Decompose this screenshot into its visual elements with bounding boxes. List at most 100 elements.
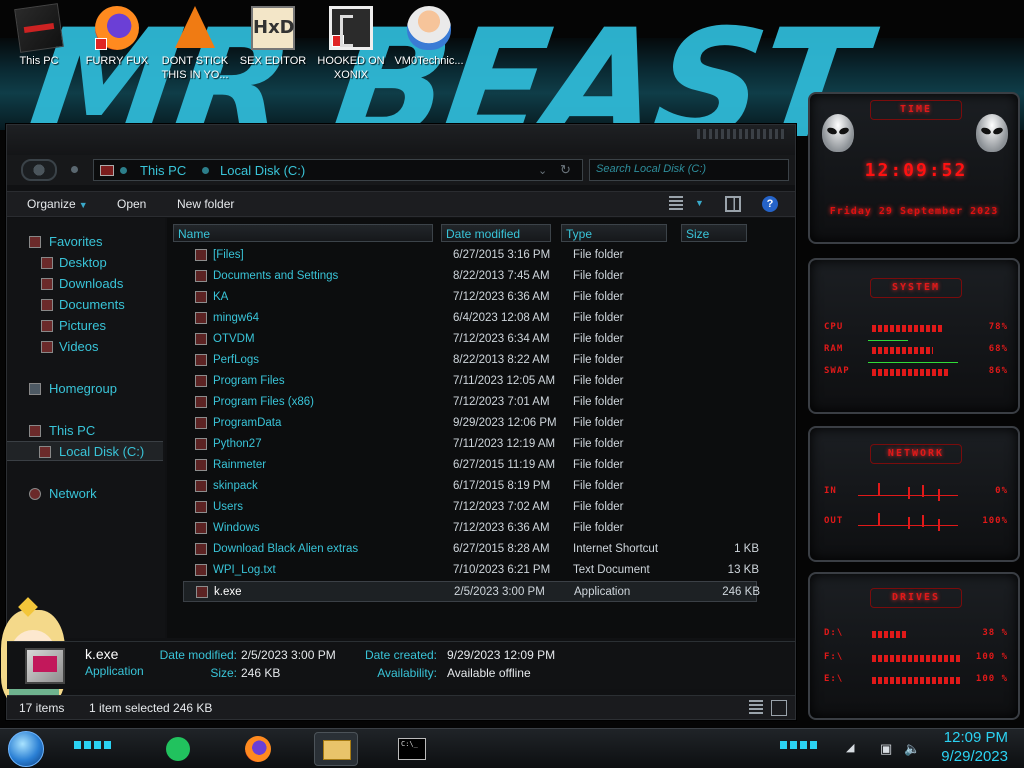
- column-header-size[interactable]: Size: [681, 224, 747, 242]
- help-icon[interactable]: ?: [762, 196, 778, 212]
- network-gadget-title: NETWORK: [870, 444, 962, 464]
- downloads-folder-icon: [41, 278, 53, 290]
- nav-desktop[interactable]: Desktop: [7, 253, 163, 273]
- window-caption-buttons[interactable]: [697, 129, 787, 139]
- file-row[interactable]: Download Black Alien extras 6/27/2015 8:2…: [183, 539, 759, 560]
- breadcrumb-this-pc[interactable]: This PC: [140, 163, 186, 178]
- file-row[interactable]: k.exe 2/5/2023 3:00 PM Application 246 KB: [183, 581, 760, 602]
- file-row[interactable]: Program Files (x86) 7/12/2023 7:01 AM File…: [183, 392, 757, 413]
- taskbar-app-command-prompt[interactable]: C:\_: [390, 732, 434, 766]
- file-row[interactable]: Documents and Settings 8/22/2013 7:45 AM F…: [183, 266, 757, 287]
- start-button[interactable]: [8, 731, 44, 767]
- file-row[interactable]: Python27 7/11/2023 12:19 AM File folder: [183, 434, 757, 455]
- network-gadget[interactable]: NETWORK IN 0% OUT 100%: [808, 426, 1020, 562]
- desktop-folder-icon: [41, 257, 53, 269]
- file-row[interactable]: WPI_Log.txt 7/10/2023 6:21 PM Text Documen…: [183, 560, 759, 581]
- taskbar: C:\_ ◢ ▣ 🔈 12:09 PM 9/29/2023: [0, 728, 1024, 768]
- breadcrumb-local-disk[interactable]: Local Disk (C:): [220, 163, 305, 178]
- file-row[interactable]: mingw64 6/4/2023 12:08 AM File folder: [183, 308, 757, 329]
- nav-favorites[interactable]: Favorites: [7, 232, 163, 252]
- nav-downloads[interactable]: Downloads: [7, 274, 163, 294]
- taskbar-app-firefox[interactable]: [236, 732, 280, 766]
- system-gadget-title: SYSTEM: [870, 278, 962, 298]
- nav-homegroup[interactable]: Homegroup: [7, 379, 163, 399]
- file-row[interactable]: Rainmeter 6/27/2015 11:19 AM File folder: [183, 455, 757, 476]
- file-row[interactable]: KA 7/12/2023 6:36 AM File folder: [183, 287, 757, 308]
- file-name: ProgramData: [213, 417, 282, 429]
- time-gadget[interactable]: TIME 12:09:52 Friday 29 September 2023: [808, 92, 1020, 244]
- recent-locations-icon[interactable]: [71, 166, 78, 173]
- breadcrumb-separator-icon[interactable]: [120, 167, 127, 174]
- explorer-window: This PC Local Disk (C:) ⌄ ↻ Search Local…: [1, 124, 796, 720]
- nav-documents[interactable]: Documents: [7, 295, 163, 315]
- file-row[interactable]: OTVDM 7/12/2023 6:34 AM File folder: [183, 329, 757, 350]
- chevron-down-icon[interactable]: ⌄: [538, 164, 547, 177]
- status-selection: 1 item selected 246 KB: [89, 701, 213, 715]
- organize-label: Organize: [27, 197, 76, 211]
- desktop-icon-furry-fux[interactable]: FURRY FUX: [78, 4, 156, 68]
- file-date-modified: 7/12/2023 6:36 AM: [453, 522, 550, 534]
- column-header-name[interactable]: Name: [173, 224, 433, 242]
- network-tray-icon[interactable]: ▣: [880, 741, 892, 757]
- search-input[interactable]: Search Local Disk (C:): [589, 159, 789, 181]
- details-view-icon[interactable]: [749, 700, 763, 716]
- drives-gadget[interactable]: DRIVES D:\ 38 % F:\ 100 % E:\ 100 %: [808, 572, 1020, 720]
- folder-icon: [195, 270, 207, 282]
- chevron-down-icon[interactable]: ▼: [695, 198, 704, 208]
- file-type: File folder: [573, 291, 624, 303]
- pictures-folder-icon: [41, 320, 53, 332]
- window-titlebar[interactable]: [7, 125, 795, 155]
- desktop-icon-vm0[interactable]: VM0Technic...: [390, 4, 468, 68]
- file-row[interactable]: [Files] 6/27/2015 3:16 PM File folder: [183, 245, 757, 266]
- preview-pane-icon[interactable]: [725, 196, 741, 212]
- volume-icon[interactable]: 🔈: [904, 741, 920, 757]
- nav-videos[interactable]: Videos: [7, 337, 163, 357]
- file-row[interactable]: PerfLogs 8/22/2013 8:22 AM File folder: [183, 350, 757, 371]
- desktop-icon-hex-editor[interactable]: HxD SEX EDITOR: [234, 4, 312, 68]
- taskbar-app-file-explorer[interactable]: [314, 732, 358, 766]
- ram-label: RAM: [824, 344, 844, 354]
- documents-folder-icon: [41, 299, 53, 311]
- desktop-icon-xonix[interactable]: HOOKED ON XONIX: [312, 4, 390, 82]
- nav-favorites-label: Favorites: [49, 234, 103, 249]
- nav-downloads-label: Downloads: [59, 276, 124, 291]
- file-row[interactable]: skinpack 6/17/2015 8:19 PM File folder: [183, 476, 757, 497]
- taskbar-time[interactable]: 12:09 PM: [936, 729, 1008, 746]
- new-folder-button[interactable]: New folder: [177, 197, 234, 211]
- nav-this-pc[interactable]: This PC: [7, 421, 163, 441]
- details-file-type: Application: [85, 664, 144, 678]
- system-gadget[interactable]: SYSTEM CPU 78% RAM 68% SWAP 86%: [808, 258, 1020, 414]
- nav-network[interactable]: Network: [7, 484, 163, 504]
- drive-meter: D:\ 38 %: [824, 628, 1008, 642]
- taskbar-date[interactable]: 9/29/2023: [920, 748, 1008, 765]
- open-button[interactable]: Open: [117, 197, 146, 211]
- breadcrumb-separator-icon[interactable]: [202, 167, 209, 174]
- large-icons-view-icon[interactable]: [771, 700, 787, 716]
- taskbar-app-sheets[interactable]: [156, 732, 200, 766]
- desktop-icon-this-pc[interactable]: This PC: [0, 3, 78, 68]
- file-row[interactable]: Program Files 7/11/2023 12:05 AM File fold…: [183, 371, 757, 392]
- nav-this-pc-label: This PC: [49, 423, 96, 438]
- desktop-icon-vlc[interactable]: DONT STICK THIS IN YO...: [156, 4, 234, 82]
- nav-local-disk[interactable]: Local Disk (C:): [7, 441, 163, 461]
- file-date-modified: 9/29/2023 12:06 PM: [453, 417, 557, 429]
- navigation-bar: This PC Local Disk (C:) ⌄ ↻ Search Local…: [7, 155, 795, 185]
- view-details-icon[interactable]: [669, 196, 683, 212]
- file-row[interactable]: Windows 7/12/2023 6:36 AM File folder: [183, 518, 757, 539]
- swap-bar: [872, 369, 949, 376]
- folder-icon: [195, 291, 207, 303]
- application-icon: [25, 648, 65, 684]
- column-header-date[interactable]: Date modified: [441, 224, 551, 242]
- back-forward-icon[interactable]: [21, 159, 57, 181]
- network-out-label: OUT: [824, 516, 844, 526]
- address-bar[interactable]: This PC Local Disk (C:) ⌄ ↻: [93, 159, 583, 181]
- file-row[interactable]: ProgramData 9/29/2023 12:06 PM File folder: [183, 413, 757, 434]
- nav-pictures[interactable]: Pictures: [7, 316, 163, 336]
- hidden-icons-arrow-icon[interactable]: ◢: [846, 741, 854, 754]
- file-icon: [195, 564, 207, 576]
- vlc-icon-holder: [173, 6, 217, 50]
- refresh-icon[interactable]: ↻: [560, 162, 571, 178]
- column-header-type[interactable]: Type: [561, 224, 667, 242]
- file-row[interactable]: Users 7/12/2023 7:02 AM File folder: [183, 497, 757, 518]
- organize-button[interactable]: Organize ▼: [27, 197, 88, 211]
